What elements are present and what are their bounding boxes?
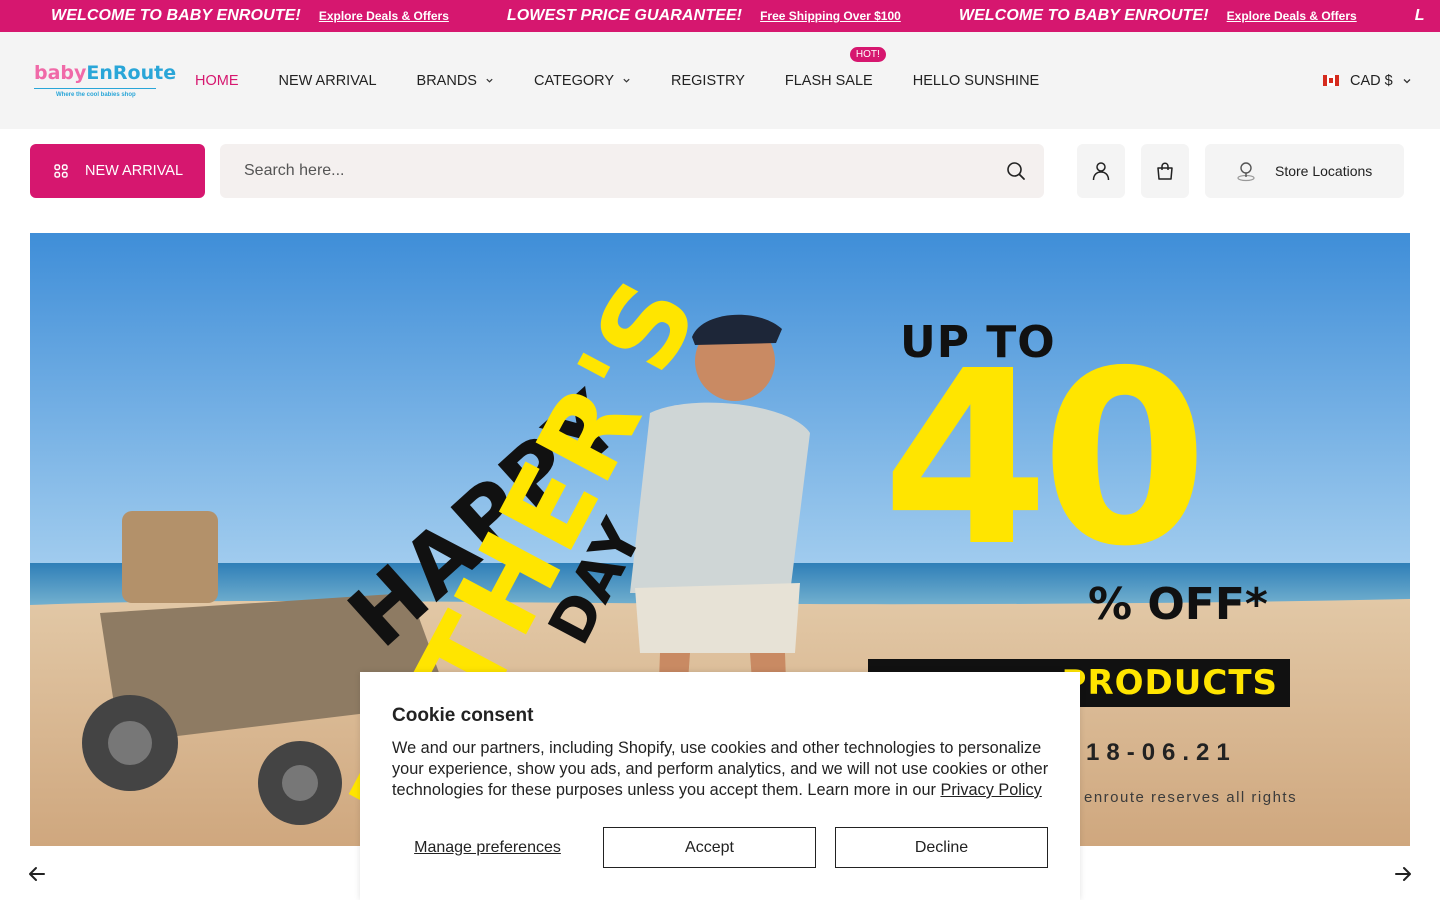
category-menu-button[interactable]: NEW ARRIVAL — [30, 144, 205, 198]
chevron-down-icon — [1403, 78, 1411, 83]
cart-button[interactable] — [1141, 144, 1189, 198]
announcement-track: WELCOME TO BABY ENROUTE! Explore Deals &… — [51, 0, 1425, 32]
site-logo[interactable]: babyEnRoute Where the cool babies shop — [34, 62, 176, 102]
grid-icon — [54, 164, 68, 178]
nav-item-home[interactable]: HOME — [195, 73, 239, 89]
nav-label: HELLO SUNSHINE — [912, 72, 1040, 89]
cookie-consent-dialog: Cookie consent We and our partners, incl… — [360, 672, 1080, 900]
shopping-bag-icon — [1157, 162, 1173, 180]
decline-button[interactable]: Decline — [835, 827, 1048, 868]
cookie-title: Cookie consent — [392, 705, 534, 726]
location-pin-icon — [1237, 162, 1255, 182]
nav-item-category[interactable]: CATEGORY — [534, 73, 631, 89]
manage-preferences-button[interactable]: Manage preferences — [392, 827, 583, 868]
currency-label: CAD $ — [1350, 72, 1393, 89]
hero-percent-number: 40 — [882, 319, 1208, 599]
nav-label: CATEGORY — [533, 72, 615, 89]
nav-item-flash-sale[interactable]: FLASH SALE Hot! — [784, 46, 886, 89]
search-bar — [220, 144, 1044, 198]
cookie-body: We and our partners, including Shopify, … — [392, 738, 1052, 801]
nav-item-new-arrival[interactable]: NEW ARRIVAL — [279, 73, 377, 89]
nav-item-brands[interactable]: BRANDS — [417, 73, 494, 89]
logo-tagline: Where the cool babies shop — [56, 92, 136, 98]
announcement-headline: WELCOME TO BABY ENROUTE! — [958, 7, 1209, 24]
store-locations-label: Store Locations — [1275, 163, 1373, 179]
announcement-bar: WELCOME TO BABY ENROUTE! Explore Deals &… — [0, 0, 1440, 32]
logo-underline — [34, 88, 156, 89]
nav-label: BRANDS — [416, 72, 477, 89]
canada-flag-icon — [1323, 75, 1339, 86]
nav-item-registry[interactable]: REGISTRY — [671, 73, 745, 89]
nav-label: FLASH SALE — [784, 72, 873, 89]
account-button[interactable] — [1077, 144, 1125, 198]
logo-part-enroute: EnRoute — [86, 62, 177, 84]
nav-item-hello-sunshine[interactable]: HELLO SUNSHINE — [913, 73, 1040, 89]
logo-part-baby: baby — [34, 62, 87, 84]
privacy-policy-link[interactable]: Privacy Policy — [940, 781, 1041, 799]
announcement-headline: WELCOME TO BABY ENROUTE! — [51, 7, 301, 24]
announcement-link[interactable]: Free Shipping Over $100 — [760, 9, 901, 23]
search-input[interactable] — [220, 144, 980, 198]
nav-label: NEW ARRIVAL — [278, 72, 377, 89]
accept-button[interactable]: Accept — [603, 827, 816, 868]
store-locations-button[interactable]: Store Locations — [1205, 144, 1404, 198]
hero-date-text: 18-06.21 — [1086, 739, 1237, 766]
user-icon — [1092, 162, 1110, 181]
announcement-link[interactable]: Explore Deals & Offers — [1227, 9, 1357, 23]
search-icon[interactable] — [1006, 161, 1026, 181]
hot-badge: Hot! — [849, 46, 886, 62]
chevron-down-icon — [623, 78, 630, 83]
main-nav: HOME NEW ARRIVAL BRANDS CATEGORY REGISTR… — [195, 32, 1079, 129]
hero-rights-text: enroute reserves all rights — [1084, 789, 1298, 806]
currency-selector[interactable]: CAD $ — [1323, 32, 1412, 129]
hero-off-text: % OFF* — [1088, 579, 1268, 630]
announcement-link[interactable]: Explore Deals & Offers — [319, 9, 449, 23]
site-header: babyEnRoute Where the cool babies shop H… — [0, 32, 1440, 129]
chevron-down-icon — [486, 78, 493, 83]
nav-label: HOME — [195, 72, 239, 89]
announcement-headline: L — [1414, 7, 1425, 24]
arrow-right-icon[interactable] — [1393, 864, 1413, 884]
category-button-label: NEW ARRIVAL — [85, 163, 184, 179]
logo-wordmark: babyEnRoute — [34, 62, 176, 84]
arrow-left-icon[interactable] — [27, 864, 47, 884]
announcement-headline: LOWEST PRICE GUARANTEE! — [506, 7, 743, 24]
nav-label: REGISTRY — [671, 72, 745, 89]
